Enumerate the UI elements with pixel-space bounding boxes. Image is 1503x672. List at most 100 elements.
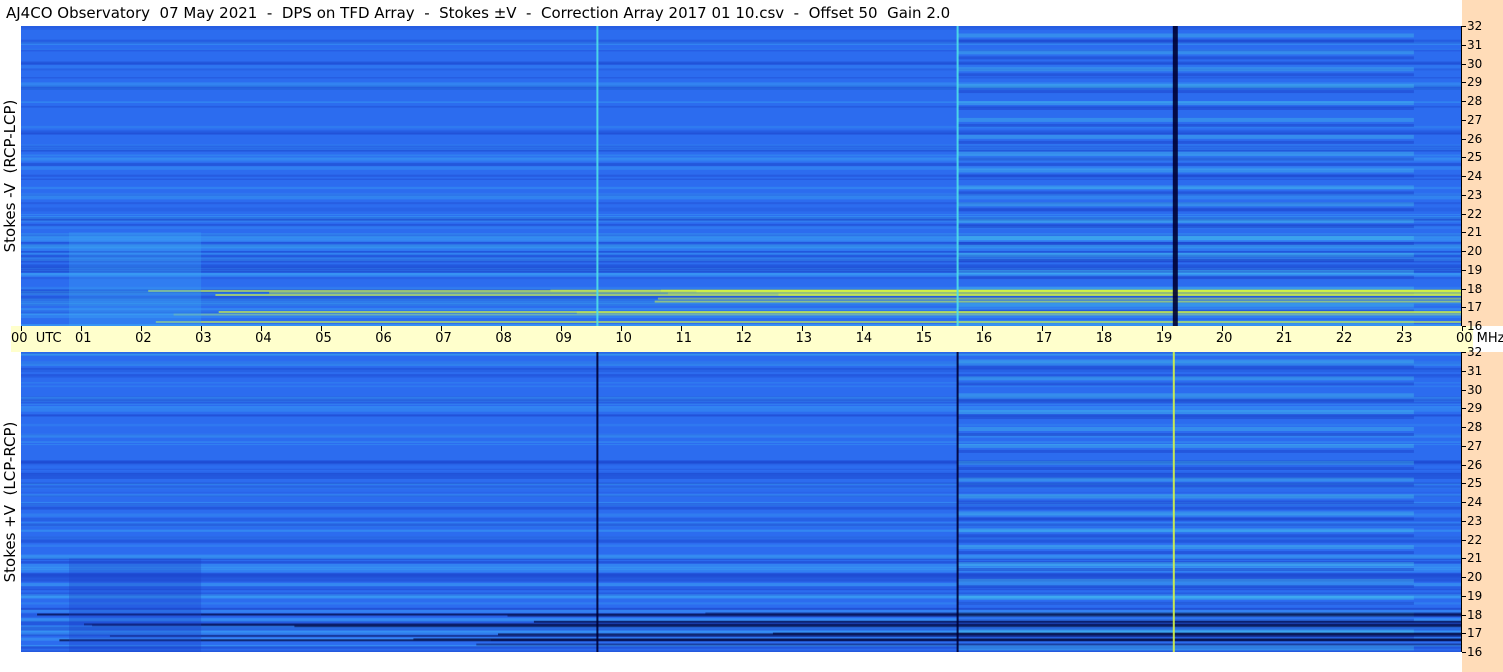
freq-tick-mark bbox=[1462, 82, 1466, 84]
freq-tick-label: 26 bbox=[1467, 457, 1483, 472]
freq-tick-mark bbox=[1462, 520, 1466, 522]
activity-band bbox=[957, 101, 1414, 105]
texture-band bbox=[21, 146, 1462, 151]
texture-band bbox=[21, 406, 1462, 408]
activity-band-dark bbox=[957, 174, 1414, 178]
texture-band bbox=[21, 589, 1462, 591]
freq-tick-label: 30 bbox=[1467, 56, 1483, 71]
freq-tick-label: 17 bbox=[1467, 626, 1483, 641]
vertical-line-0 bbox=[596, 352, 599, 652]
time-tick-label: 18 bbox=[1095, 331, 1113, 346]
freq-tick-mark bbox=[1462, 539, 1466, 541]
texture-band bbox=[21, 132, 1462, 135]
activity-band bbox=[957, 562, 1414, 566]
freq-tick-label: 23 bbox=[1467, 513, 1483, 528]
rfi-line bbox=[476, 643, 1462, 646]
freq-tick-label: 24 bbox=[1467, 495, 1483, 509]
texture-band bbox=[21, 555, 1462, 559]
texture-band bbox=[21, 486, 1462, 489]
time-tick-label: 20 bbox=[1215, 331, 1233, 346]
activity-band-dark bbox=[957, 584, 1414, 588]
texture-band bbox=[21, 178, 1462, 180]
rfi-line bbox=[59, 639, 1462, 642]
low-freq-glow bbox=[69, 232, 202, 326]
activity-band-dark bbox=[957, 123, 1414, 127]
texture-band bbox=[21, 506, 1462, 510]
freq-tick-label: 29 bbox=[1467, 401, 1483, 416]
activity-band-dark bbox=[957, 551, 1414, 555]
vertical-line-1 bbox=[956, 26, 959, 326]
freq-tick-mark bbox=[1462, 288, 1466, 290]
freq-tick-label: 19 bbox=[1467, 262, 1483, 277]
texture-band bbox=[21, 441, 1462, 443]
freq-tick-label: 24 bbox=[1467, 169, 1483, 183]
activity-band-dark bbox=[957, 433, 1414, 436]
freq-tick-mark bbox=[1462, 558, 1466, 560]
rfi-line bbox=[173, 313, 1462, 316]
activity-band bbox=[957, 511, 1414, 516]
texture-band bbox=[21, 214, 1462, 215]
rfi-line bbox=[705, 612, 1462, 615]
freq-tick-label: 25 bbox=[1467, 476, 1483, 491]
freq-tick-mark bbox=[1462, 307, 1466, 309]
texture-band bbox=[21, 539, 1462, 543]
activity-band-dark bbox=[957, 90, 1414, 94]
freq-tick-mark bbox=[1462, 595, 1466, 597]
freq-tick-mark bbox=[1462, 408, 1466, 410]
texture-band bbox=[21, 163, 1462, 166]
texture-band bbox=[21, 473, 1462, 475]
freq-tick-label: 27 bbox=[1467, 438, 1483, 453]
freq-tick-mark bbox=[1462, 63, 1466, 65]
time-tick-label: 06 bbox=[375, 331, 392, 346]
freq-tick-label: 28 bbox=[1467, 94, 1483, 108]
activity-band bbox=[957, 50, 1414, 55]
vertical-line-1 bbox=[956, 352, 959, 652]
texture-band bbox=[21, 130, 1462, 133]
freq-tick-mark bbox=[1462, 502, 1466, 503]
texture-band bbox=[21, 42, 1462, 44]
y-axis-label-top-text: Stokes -V (RCP-LCP) bbox=[1, 99, 19, 253]
freq-tick-mark bbox=[1462, 427, 1466, 428]
activity-band bbox=[957, 460, 1414, 465]
time-tick-label: 02 bbox=[135, 331, 152, 346]
spectrogram-bottom bbox=[21, 352, 1462, 652]
freq-tick-label: 18 bbox=[1467, 281, 1483, 296]
texture-band bbox=[21, 196, 1462, 200]
time-axis: 00 UTC 01 02 03 04 05 06 07 08 09 10 11 12 13 14 15 16 17… bbox=[11, 326, 1503, 352]
activity-band bbox=[957, 151, 1414, 156]
activity-band-dark bbox=[957, 416, 1414, 420]
vertical-line-2 bbox=[1172, 26, 1178, 326]
freq-tick-mark bbox=[1462, 464, 1466, 466]
time-tick-label: 16 bbox=[975, 331, 993, 346]
activity-band-dark bbox=[957, 73, 1414, 77]
freq-tick-mark bbox=[1462, 194, 1466, 196]
texture-band bbox=[21, 48, 1462, 50]
freq-tick-mark bbox=[1462, 370, 1466, 372]
chart-title: AJ4CO Observatory 07 May 2021 - DPS on T… bbox=[6, 4, 951, 22]
freq-tick-label: 26 bbox=[1467, 131, 1483, 146]
freq-tick-label: 22 bbox=[1467, 206, 1483, 221]
freq-tick-mark bbox=[1462, 138, 1466, 140]
time-tick-label: 00 UTC bbox=[11, 331, 62, 346]
texture-band bbox=[21, 374, 1462, 377]
time-tick-label: 21 bbox=[1275, 331, 1293, 346]
activity-band-dark bbox=[957, 140, 1414, 144]
activity-band-dark bbox=[957, 208, 1414, 212]
low-freq-glow bbox=[69, 558, 202, 652]
freq-tick-mark bbox=[1462, 26, 1466, 27]
freq-tick-label: 20 bbox=[1467, 244, 1483, 258]
texture-band bbox=[21, 423, 1462, 427]
activity-band-dark bbox=[957, 466, 1414, 470]
texture-band bbox=[21, 353, 1462, 355]
texture-band bbox=[21, 523, 1462, 527]
activity-band-dark bbox=[957, 534, 1414, 538]
time-tick-label: 17 bbox=[1035, 331, 1053, 346]
time-tick-label: 14 bbox=[855, 331, 873, 346]
activity-band-dark bbox=[957, 500, 1414, 504]
activity-band-dark bbox=[957, 568, 1414, 571]
activity-band bbox=[957, 359, 1414, 364]
rfi-line bbox=[109, 635, 1462, 637]
time-tick-label: 04 bbox=[255, 331, 272, 346]
activity-band-dark bbox=[957, 449, 1414, 453]
time-tick-label: 05 bbox=[315, 331, 332, 346]
